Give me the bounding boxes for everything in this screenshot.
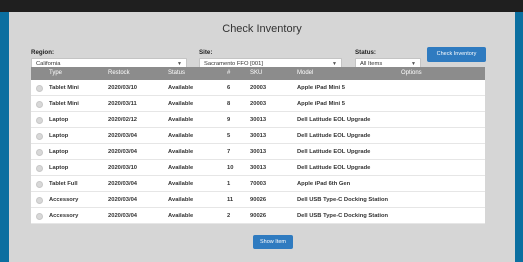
row-radio[interactable] xyxy=(36,101,43,108)
row-radio[interactable] xyxy=(36,213,43,220)
header-number: # xyxy=(227,70,231,76)
cell-status: Available xyxy=(168,133,194,139)
cell-restock: 2020/03/10 xyxy=(108,85,138,91)
status-label: Status: xyxy=(355,49,376,56)
cell-sku: 90026 xyxy=(250,213,267,219)
cell-status: Available xyxy=(168,117,194,123)
cell-restock: 2020/03/11 xyxy=(108,101,137,107)
cell-model: Dell Latitude EOL Upgrade xyxy=(297,165,371,171)
cell-model: Dell USB Type-C Docking Station xyxy=(297,213,389,219)
cell-type: Laptop xyxy=(49,133,69,139)
row-radio[interactable] xyxy=(36,85,43,92)
cell-type: Tablet Mini xyxy=(49,101,79,107)
cell-sku: 20003 xyxy=(250,85,267,91)
cell-status: Available xyxy=(168,101,194,107)
table-row[interactable]: Laptop 2020/03/10 Available 10 30013 Dell Lat… xyxy=(31,160,485,176)
table-row[interactable]: Accessory 2020/03/04 Available 11 90026 Dell … xyxy=(31,192,485,208)
cell-status: Available xyxy=(168,165,194,171)
table-row[interactable]: Tablet Mini 2020/03/10 Available 6 20003 Appl… xyxy=(31,80,485,96)
show-item-button[interactable]: Show Item xyxy=(253,235,293,249)
header-type: Type xyxy=(49,70,63,76)
top-bar xyxy=(0,0,523,12)
cell-model: Apple iPad Mini 5 xyxy=(297,85,345,91)
cell-status: Available xyxy=(168,197,194,203)
cell-restock: 2020/02/12 xyxy=(108,117,138,123)
cell-restock: 2020/03/04 xyxy=(108,181,138,187)
row-radio[interactable] xyxy=(36,149,43,156)
header-sku: SKU xyxy=(250,70,263,76)
cell-model: Dell USB Type-C Docking Station xyxy=(297,197,389,203)
cell-model: Dell Latitude EOL Upgrade xyxy=(297,149,371,155)
header-options: Options xyxy=(401,70,422,76)
cell-model: Apple iPad Mini 5 xyxy=(297,101,345,107)
table-row[interactable]: Accessory 2020/03/04 Available 2 90026 Dell U… xyxy=(31,208,485,224)
cell-sku: 30013 xyxy=(250,165,267,171)
cell-type: Tablet Full xyxy=(49,181,78,187)
cell-model: Apple iPad 6th Gen xyxy=(297,181,351,187)
cell-number: 5 xyxy=(227,133,231,139)
cell-number: 10 xyxy=(227,165,234,171)
cell-status: Available xyxy=(168,149,194,155)
cell-type: Tablet Mini xyxy=(49,85,79,91)
cell-type: Laptop xyxy=(49,117,69,123)
page-title: Check Inventory xyxy=(222,23,302,35)
header-status: Status xyxy=(168,70,186,76)
cell-status: Available xyxy=(168,213,194,219)
cell-restock: 2020/03/04 xyxy=(108,197,138,203)
cell-restock: 2020/03/04 xyxy=(108,149,138,155)
cell-number: 11 xyxy=(227,197,234,203)
cell-restock: 2020/03/10 xyxy=(108,165,138,171)
row-radio[interactable] xyxy=(36,197,43,204)
cell-number: 6 xyxy=(227,85,231,91)
cell-number: 1 xyxy=(227,181,231,187)
cell-status: Available xyxy=(168,85,194,91)
row-radio[interactable] xyxy=(36,165,43,172)
row-radio[interactable] xyxy=(36,133,43,140)
table-header: Type Restock Status # SKU Model Options xyxy=(31,67,485,80)
cell-sku: 20003 xyxy=(250,101,267,107)
cell-restock: 2020/03/04 xyxy=(108,133,138,139)
header-model: Model xyxy=(297,70,314,76)
table-row[interactable]: Laptop 2020/02/12 Available 9 30013 Dell Lati… xyxy=(31,112,485,128)
cell-type: Laptop xyxy=(49,165,69,171)
cell-status: Available xyxy=(168,181,194,187)
cell-model: Dell Latitude EOL Upgrade xyxy=(297,117,371,123)
table-row[interactable]: Tablet Mini 2020/03/11 Available 8 20003 Appl… xyxy=(31,96,485,112)
cell-number: 2 xyxy=(227,213,231,219)
cell-number: 9 xyxy=(227,117,231,123)
table-row[interactable]: Laptop 2020/03/04 Available 5 30013 Dell Lati… xyxy=(31,128,485,144)
cell-sku: 90026 xyxy=(250,197,267,203)
inventory-table-body: Tablet Mini 2020/03/10 Available 6 20003 Appl… xyxy=(31,80,485,224)
row-radio[interactable] xyxy=(36,117,43,124)
table-row[interactable]: Tablet Full 2020/03/04 Available 1 70003 Appl… xyxy=(31,176,485,192)
cell-sku: 70003 xyxy=(250,181,267,187)
cell-type: Laptop xyxy=(49,149,69,155)
table-row[interactable]: Laptop 2020/03/04 Available 7 30013 Dell Lati… xyxy=(31,144,485,160)
check-inventory-button[interactable]: Check Inventory xyxy=(427,47,486,62)
region-label: Region: xyxy=(31,49,55,56)
row-radio[interactable] xyxy=(36,181,43,188)
header-restock: Restock xyxy=(108,70,130,76)
cell-sku: 30013 xyxy=(250,149,267,155)
cell-sku: 30013 xyxy=(250,133,267,139)
cell-model: Dell Latitude EOL Upgrade xyxy=(297,133,371,139)
cell-number: 7 xyxy=(227,149,231,155)
cell-number: 8 xyxy=(227,101,231,107)
cell-restock: 2020/03/04 xyxy=(108,213,138,219)
cell-type: Accessory xyxy=(49,213,79,219)
site-label: Site: xyxy=(199,49,213,56)
cell-sku: 30013 xyxy=(250,117,267,123)
cell-type: Accessory xyxy=(49,197,79,203)
